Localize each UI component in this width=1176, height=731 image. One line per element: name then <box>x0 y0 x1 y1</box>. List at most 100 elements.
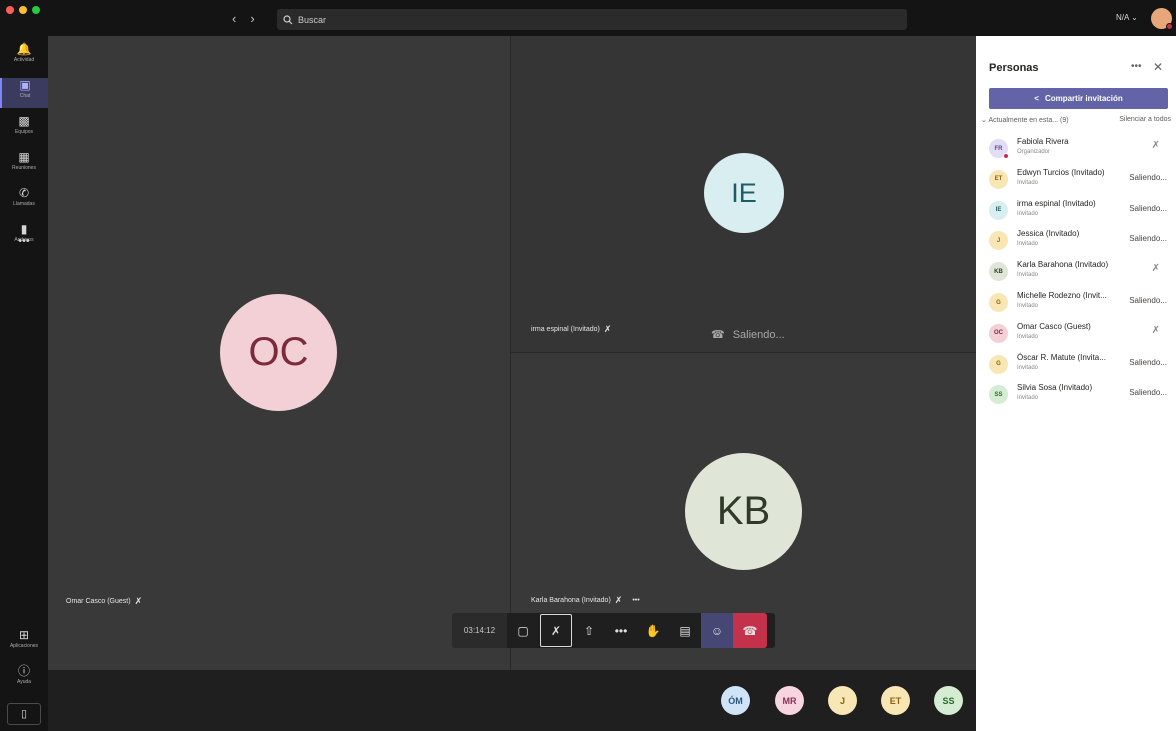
person-role: Invitado <box>1017 210 1039 217</box>
camera-off-icon[interactable]: ▢ <box>507 613 539 648</box>
list-item[interactable]: IE irma espinal (Invitado) Invitado Saliend… <box>976 196 1176 226</box>
teams-meeting-window: ‹ › N/A ⌄ 🔔 Actividad ▣ Chat ▩ Equipos ▦… <box>0 0 1176 731</box>
list-item[interactable]: OC Omar Casco (Guest) Invitado ✗ <box>976 319 1176 349</box>
person-status: Saliendo... <box>1129 203 1167 213</box>
share-invite-label: Compartir invitación <box>1044 94 1123 103</box>
panel-title: Personas <box>989 62 1039 74</box>
avatar[interactable]: MR <box>775 686 804 715</box>
avatar: KB <box>989 262 1008 282</box>
participants-icon[interactable]: ☺ <box>701 613 733 648</box>
rail-item-actividad[interactable]: 🔔 Actividad <box>0 42 48 72</box>
person-name: Edwyn Turcios (Invitado) <box>1017 167 1105 177</box>
user-status-menu[interactable]: N/A ⌄ <box>1116 13 1138 22</box>
rail-item-llamadas[interactable]: ✆ Llamadas <box>0 186 48 216</box>
avatar-initials: ET <box>994 176 1003 183</box>
person-name: Karla Barahona (Invitado) <box>1017 260 1109 270</box>
panel-more-button[interactable]: ••• <box>1131 61 1142 72</box>
rail-item-chat[interactable]: ▣ Chat <box>0 78 48 108</box>
mic-off-icon[interactable]: ✗ <box>1152 263 1160 274</box>
rail-item-ayuda[interactable]: ⓘ Ayuda <box>0 664 48 694</box>
mic-off-icon[interactable]: ✗ <box>1152 325 1160 336</box>
rail-item-aplicaciones[interactable]: ⊞ Aplicaciones <box>0 628 48 658</box>
rail-item-label: Chat <box>19 93 31 99</box>
list-item[interactable]: FR Fabiola Rivera Organizador ✗ <box>976 134 1176 164</box>
list-item[interactable]: ET Edwyn Turcios (Invitado) Invitado Salien… <box>976 165 1176 195</box>
close-icon[interactable]: ✕ <box>1153 60 1163 74</box>
avatar-initials: OC <box>994 330 1003 337</box>
video-tile-omar[interactable]: OC Omar Casco (Guest) ✗ <box>48 36 510 670</box>
list-item[interactable]: SS Silvia Sosa (Invitado) Invitado Saliendo… <box>976 380 1176 410</box>
person-name: Fabiola Rivera <box>1017 137 1069 146</box>
tile-more-button[interactable]: ••• <box>632 597 639 604</box>
rail-item-equipos[interactable]: ▩ Equipos <box>0 114 48 144</box>
list-item[interactable]: G Michelle Rodezno (Invit... Invitado Salie… <box>976 288 1176 318</box>
participant-avatar: IE <box>704 153 784 233</box>
hangup-icon: ☎ <box>711 329 725 341</box>
avatar-initials: FR <box>994 145 1003 152</box>
avatar[interactable] <box>1151 8 1173 30</box>
file-icon: ▮ <box>20 222 28 236</box>
help-icon: ⓘ <box>17 664 30 678</box>
person-name: Michelle Rodezno (Invit... <box>1017 291 1107 300</box>
list-item[interactable]: KB Karla Barahona (Invitado) Invitado ✗ <box>976 257 1176 287</box>
chat-icon: ▣ <box>19 78 31 92</box>
list-item[interactable]: G Óscar R. Matute (Invita... Invitado Salie… <box>976 350 1176 380</box>
avatar: G <box>989 354 1008 374</box>
avatar[interactable]: ET <box>881 686 910 715</box>
mute-all-button[interactable]: Silenciar a todos <box>1119 116 1171 124</box>
chat-icon[interactable]: ▤ <box>669 613 701 648</box>
mic-off-icon: ✗ <box>614 595 623 605</box>
avatar: OC <box>989 323 1008 343</box>
participant-name-label: Omar Casco (Guest) ✗ <box>66 596 142 607</box>
rail-item-label: Equipos <box>14 129 34 135</box>
attendees-section-header: ⌄ Actualmente en esta... (9) Silenciar a… <box>981 116 1171 124</box>
avatar-initials: KB <box>716 489 771 533</box>
rail-item-reuniones[interactable]: ▦ Reuniones <box>0 150 48 180</box>
title-bar: ‹ › N/A ⌄ <box>0 0 1176 36</box>
close-window-button[interactable] <box>6 6 14 14</box>
share-icon: < <box>1034 94 1039 103</box>
hangup-icon[interactable]: ☎ <box>733 613 767 648</box>
participant-name: Omar Casco (Guest) <box>66 598 131 605</box>
person-name: Jessica (Invitado) <box>1017 229 1080 239</box>
chevron-left-icon[interactable]: ‹ <box>232 11 236 26</box>
search-bar[interactable] <box>277 9 907 30</box>
list-item[interactable]: J Jessica (Invitado) Invitado Saliendo... <box>976 226 1176 256</box>
teams-icon: ▩ <box>18 114 30 128</box>
avatar-initials: KB <box>994 268 1003 275</box>
avatar-initials: SS <box>942 695 955 706</box>
chevron-right-icon[interactable]: › <box>250 11 254 26</box>
raise-hand-icon[interactable]: ✋ <box>637 613 669 648</box>
share-screen-icon[interactable]: ⇧ <box>573 613 605 648</box>
avatar-initials: IE <box>731 177 757 208</box>
attendees-section-label: Actualmente en esta... (9) <box>988 117 1069 124</box>
attendees-section-toggle[interactable]: ⌄ Actualmente en esta... (9) <box>981 116 1069 124</box>
mic-off-icon[interactable]: ✗ <box>1152 140 1160 151</box>
avatar[interactable]: SS <box>934 686 963 715</box>
participant-name: Karla Barahona (Invitado) <box>531 597 611 604</box>
zoom-window-button[interactable] <box>32 6 40 14</box>
avatar-initials: OC <box>248 330 309 374</box>
history-nav: ‹ › <box>232 11 255 26</box>
person-status: Saliendo... <box>1129 296 1167 305</box>
video-tile-irma[interactable]: IE irma espinal (Invitado) ✗ <box>511 36 976 352</box>
person-role: Invitado <box>1017 241 1039 248</box>
rail-item-label: Actividad <box>13 57 35 63</box>
mic-off-icon: ✗ <box>134 596 143 606</box>
mic-off-icon[interactable]: ✗ <box>540 614 572 647</box>
device-icon[interactable]: ▯ <box>7 703 41 725</box>
search-input[interactable] <box>298 14 878 25</box>
calendar-icon: ▦ <box>18 150 30 164</box>
minimize-window-button[interactable] <box>19 6 27 14</box>
avatar: IE <box>989 200 1008 220</box>
more-actions-button[interactable]: ••• <box>605 613 637 648</box>
people-panel: Personas ••• ✕ < Compartir invitación ⌄ … <box>976 36 1176 731</box>
avatar[interactable]: J <box>828 686 857 715</box>
person-role: Invitado <box>1017 303 1039 309</box>
share-invite-button[interactable]: < Compartir invitación <box>989 88 1168 109</box>
call-timer: 03:14:12 <box>452 613 507 648</box>
avatar-initials: MR <box>782 695 797 706</box>
participant-name-label: Karla Barahona (Invitado) ✗ ••• <box>531 595 640 606</box>
more-apps-button[interactable]: ••• <box>0 235 48 247</box>
avatar[interactable]: ÓM <box>721 686 750 715</box>
